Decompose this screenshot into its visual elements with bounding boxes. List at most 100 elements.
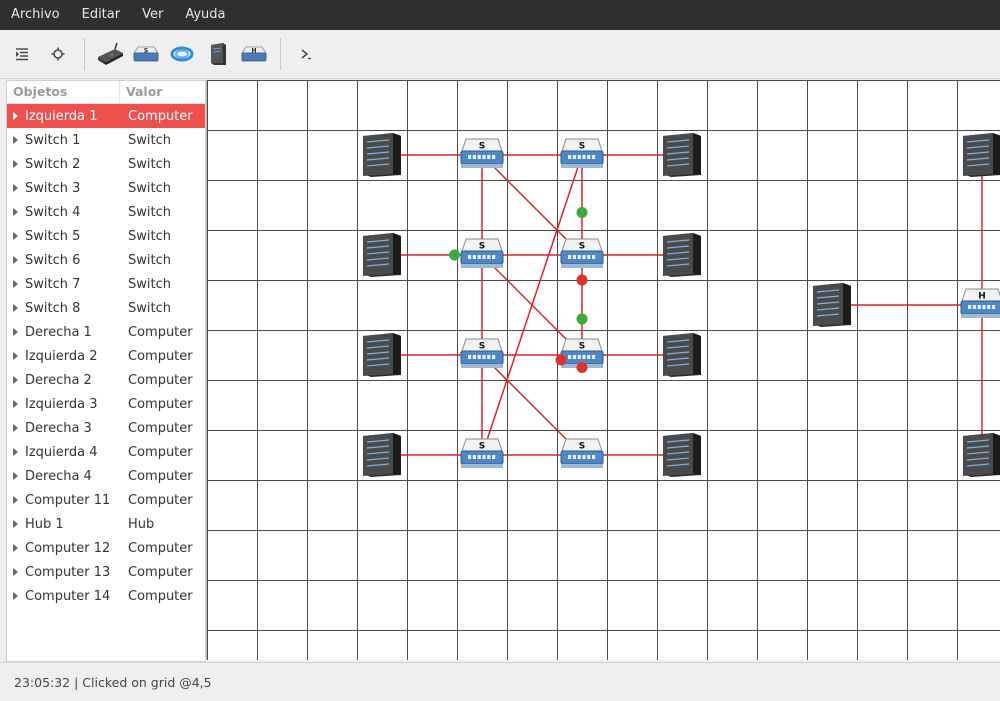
object-value: Computer (128, 492, 193, 508)
object-name: Computer 14 (25, 588, 111, 604)
switch-device-icon[interactable]: S (460, 238, 504, 268)
object-row[interactable]: Switch 2 Switch (7, 152, 205, 176)
expand-arrow-icon[interactable] (13, 136, 18, 144)
computer-device-icon[interactable] (663, 433, 701, 477)
expand-arrow-icon[interactable] (13, 160, 18, 168)
list-indent-icon[interactable] (6, 38, 38, 70)
object-row[interactable]: Computer 12 Computer (7, 536, 205, 560)
object-name: Switch 7 (25, 276, 81, 292)
object-row[interactable]: Izquierda 2 Computer (7, 344, 205, 368)
computer-device-icon[interactable] (963, 433, 1000, 477)
object-row[interactable]: Computer 11 Computer (7, 488, 205, 512)
device-label: S (579, 242, 585, 252)
link-error-marker (576, 362, 588, 373)
computer-device-icon[interactable] (363, 433, 401, 477)
menu-ver[interactable]: Ver (131, 0, 174, 30)
menu-editar[interactable]: Editar (71, 0, 132, 30)
expand-arrow-icon[interactable] (13, 472, 18, 480)
object-value: Switch (128, 132, 171, 148)
settings-icon[interactable] (42, 38, 74, 70)
object-row[interactable]: Switch 3 Switch (7, 176, 205, 200)
computer-device-icon[interactable] (363, 133, 401, 177)
network-link[interactable] (481, 154, 583, 456)
computer-device-icon[interactable] (363, 233, 401, 277)
device-label: S (579, 342, 585, 352)
expand-arrow-icon[interactable] (13, 496, 18, 504)
object-row[interactable]: Switch 4 Switch (7, 200, 205, 224)
object-row[interactable]: Switch 6 Switch (7, 248, 205, 272)
object-name: Switch 3 (25, 180, 81, 196)
object-value: Computer (128, 324, 193, 340)
device-label: S (479, 442, 485, 452)
object-name: Izquierda 3 (25, 396, 98, 412)
object-row[interactable]: Izquierda 1 Computer (7, 104, 205, 128)
object-name: Computer 12 (25, 540, 111, 556)
computer-device-icon[interactable] (813, 283, 851, 327)
toolbar-separator (84, 38, 85, 70)
computer-device-icon[interactable] (963, 133, 1000, 177)
computer-device-icon[interactable] (663, 133, 701, 177)
object-row[interactable]: Derecha 4 Computer (7, 464, 205, 488)
object-row[interactable]: Switch 7 Switch (7, 272, 205, 296)
expand-arrow-icon[interactable] (13, 112, 18, 120)
network-diagram[interactable]: S S S S S S S S H (207, 80, 1000, 660)
switch-device-icon[interactable]: S (560, 238, 604, 268)
network-canvas[interactable]: S S S S S S S S H (206, 80, 1000, 660)
expand-arrow-icon[interactable] (13, 568, 18, 576)
column-header-objects[interactable]: Objetos (7, 81, 120, 103)
expand-arrow-icon[interactable] (13, 544, 18, 552)
computer-device-icon[interactable] (663, 233, 701, 277)
computer-device-icon[interactable] (363, 333, 401, 377)
router-icon[interactable] (94, 38, 126, 70)
expand-arrow-icon[interactable] (13, 448, 18, 456)
expand-arrow-icon[interactable] (13, 352, 18, 360)
expand-arrow-icon[interactable] (13, 424, 18, 432)
toolbar-separator (280, 38, 281, 70)
expand-arrow-icon[interactable] (13, 376, 18, 384)
object-row[interactable]: Derecha 2 Computer (7, 368, 205, 392)
column-header-value[interactable]: Valor (120, 81, 162, 103)
server-icon[interactable] (202, 38, 234, 70)
object-row[interactable]: Computer 14 Computer (7, 584, 205, 608)
object-row[interactable]: Switch 8 Switch (7, 296, 205, 320)
expand-arrow-icon[interactable] (13, 328, 18, 336)
switch-device-icon[interactable]: S (460, 138, 504, 168)
expand-arrow-icon[interactable] (13, 520, 18, 528)
expand-arrow-icon[interactable] (13, 256, 18, 264)
object-row[interactable]: Computer 13 Computer (7, 560, 205, 584)
object-value: Computer (128, 348, 193, 364)
expand-arrow-icon[interactable] (13, 208, 18, 216)
switch-device-icon[interactable]: S (560, 438, 604, 468)
object-value: Switch (128, 180, 171, 196)
menu-bar: Archivo Editar Ver Ayuda (0, 0, 1000, 30)
hub-icon[interactable]: H (238, 38, 270, 70)
switch-icon[interactable]: S (130, 38, 162, 70)
cable-icon[interactable] (166, 38, 198, 70)
expand-arrow-icon[interactable] (13, 232, 18, 240)
object-row[interactable]: Izquierda 4 Computer (7, 440, 205, 464)
object-row[interactable]: Derecha 3 Computer (7, 416, 205, 440)
object-row[interactable]: Hub 1 Hub (7, 512, 205, 536)
object-row[interactable]: Derecha 1 Computer (7, 320, 205, 344)
expand-arrow-icon[interactable] (13, 400, 18, 408)
object-row[interactable]: Izquierda 3 Computer (7, 392, 205, 416)
object-row[interactable]: Switch 1 Switch (7, 128, 205, 152)
object-name: Switch 8 (25, 300, 81, 316)
objects-list: Izquierda 1 Computer Switch 1 Switch Switch … (7, 104, 205, 608)
switch-device-icon[interactable]: S (460, 438, 504, 468)
menu-ayuda[interactable]: Ayuda (174, 0, 236, 30)
expand-arrow-icon[interactable] (13, 592, 18, 600)
object-name: Switch 1 (25, 132, 81, 148)
terminal-icon[interactable] (290, 38, 322, 70)
object-value: Computer (128, 108, 193, 124)
computer-device-icon[interactable] (663, 333, 701, 377)
switch-device-icon[interactable]: S (560, 138, 604, 168)
object-row[interactable]: Switch 5 Switch (7, 224, 205, 248)
expand-arrow-icon[interactable] (13, 280, 18, 288)
switch-device-icon[interactable]: S (460, 338, 504, 368)
expand-arrow-icon[interactable] (13, 184, 18, 192)
menu-archivo[interactable]: Archivo (0, 0, 71, 30)
expand-arrow-icon[interactable] (13, 304, 18, 312)
object-value: Computer (128, 444, 193, 460)
hub-device-icon[interactable]: H (960, 288, 1000, 318)
